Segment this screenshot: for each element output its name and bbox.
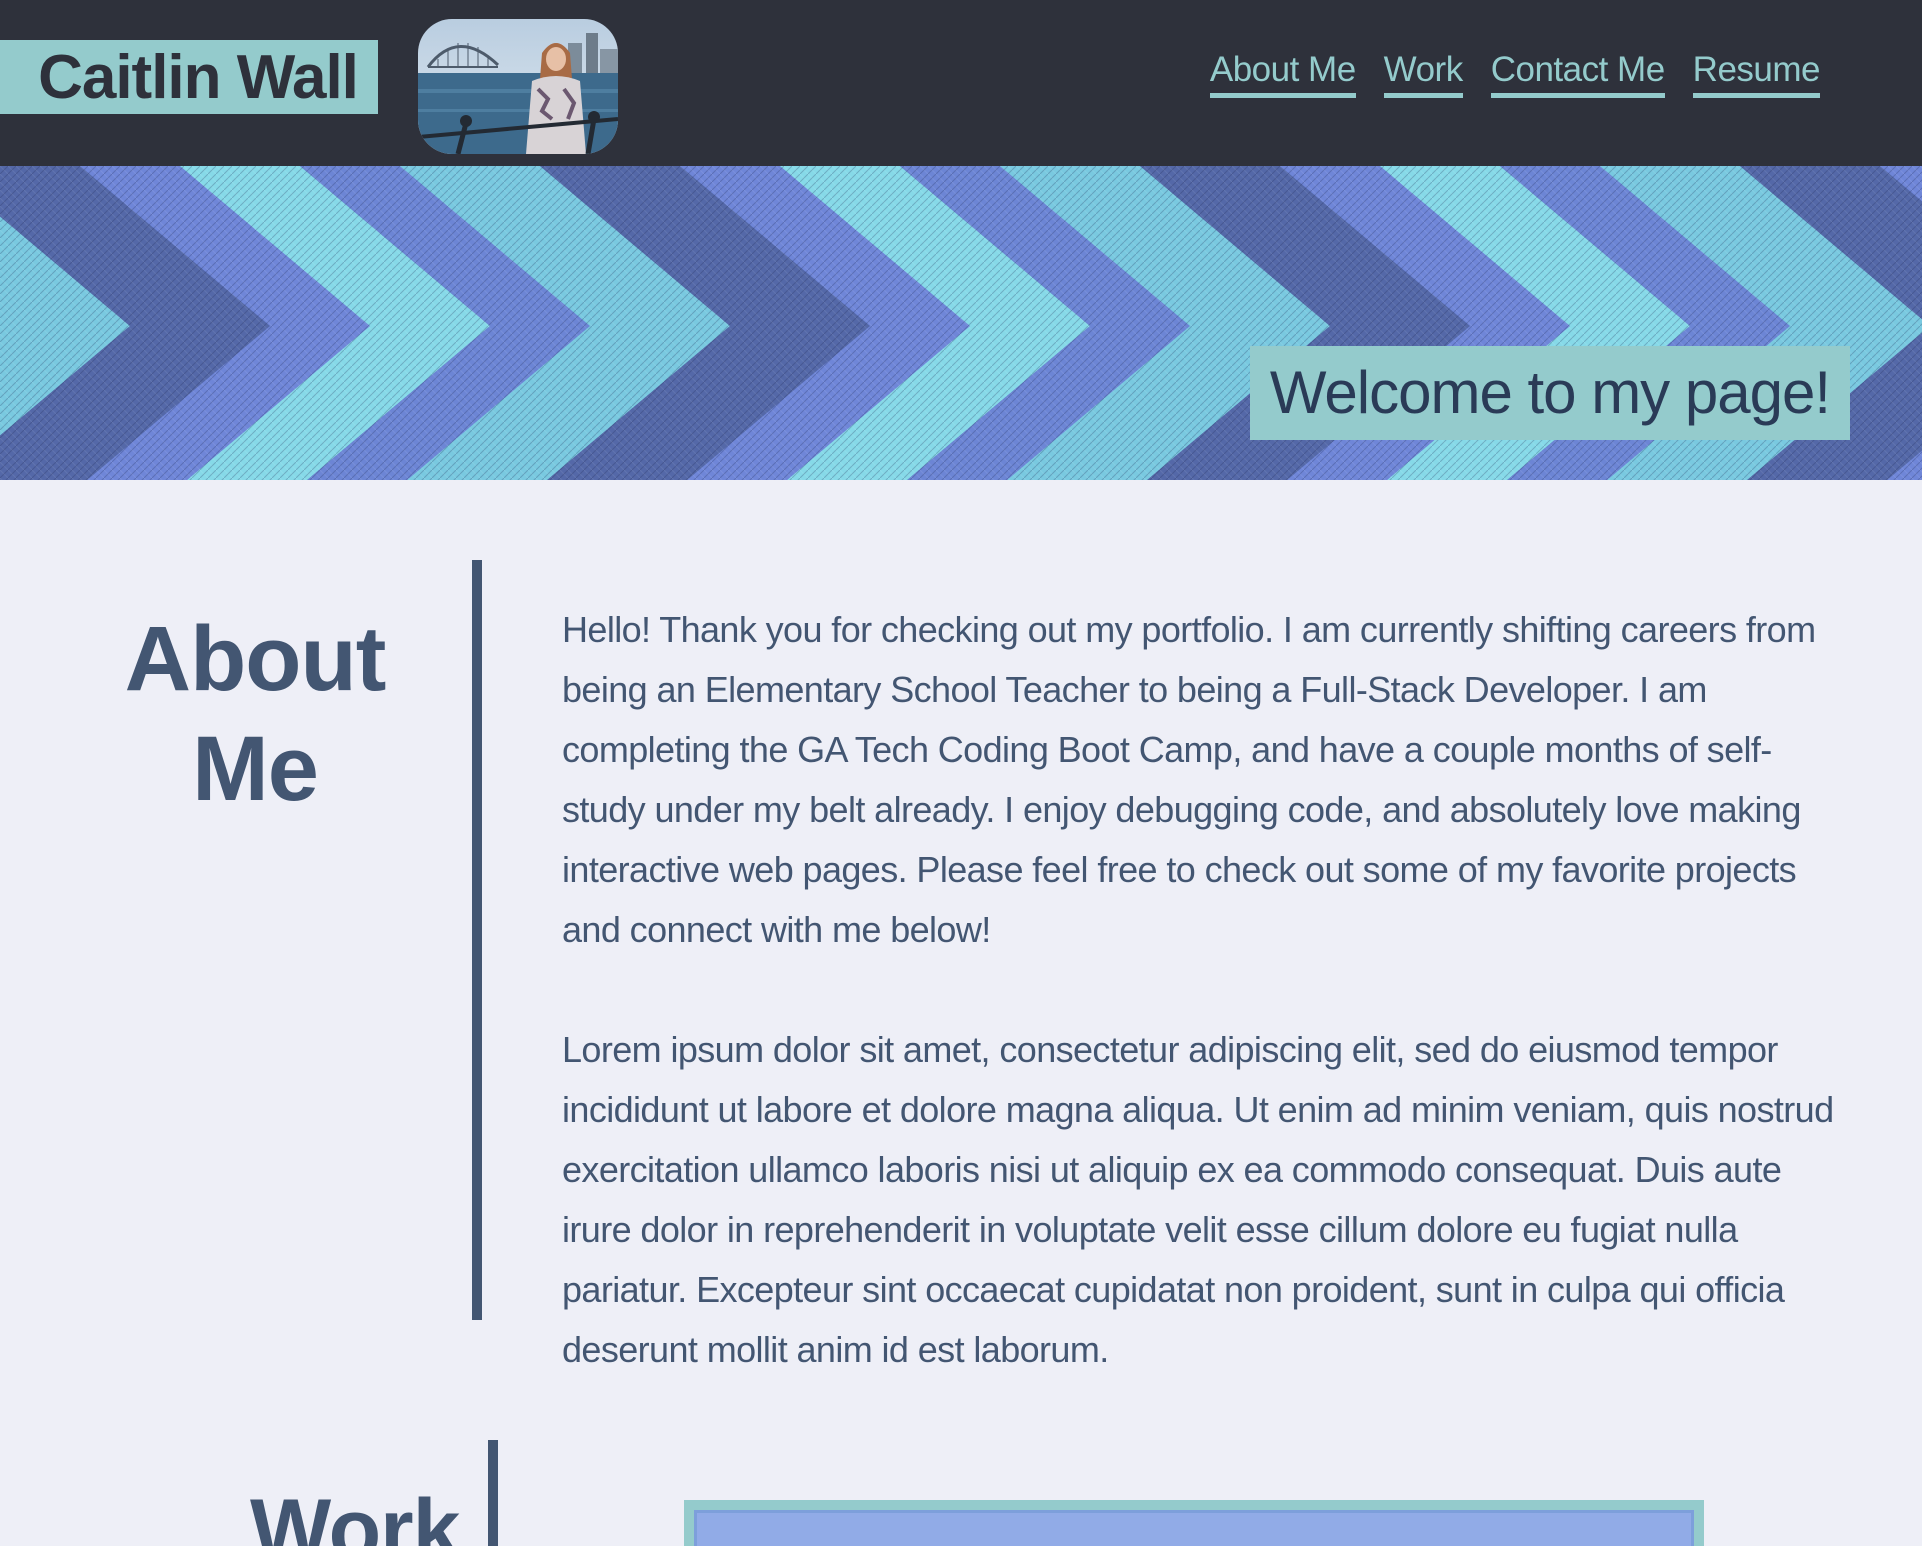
about-paragraph-intro: Hello! Thank you for checking out my por…: [562, 609, 1816, 950]
work-project-card-image: [694, 1510, 1694, 1546]
work-heading: Work: [250, 1482, 460, 1546]
work-divider: [488, 1440, 498, 1546]
hero-banner: Welcome to my page!: [0, 166, 1922, 480]
about-body: Hello! Thank you for checking out my por…: [562, 600, 1852, 1380]
site-name[interactable]: Caitlin Wall: [0, 40, 378, 114]
about-heading-line2: Me: [192, 718, 319, 820]
about-paragraph-lorem: Lorem ipsum dolor sit amet, consectetur …: [562, 1029, 1834, 1370]
profile-photo: [418, 19, 618, 154]
site-header: Caitlin Wall About Me Work Contact Me Re…: [0, 0, 1922, 166]
about-heading: About Me: [100, 604, 410, 824]
nav-link-resume[interactable]: Resume: [1692, 51, 1821, 98]
profile-photo-image: [418, 19, 618, 154]
about-heading-line1: About: [124, 608, 387, 710]
nav-link-work[interactable]: Work: [1383, 51, 1463, 98]
work-project-card[interactable]: [684, 1500, 1704, 1546]
nav-link-contact-me[interactable]: Contact Me: [1490, 51, 1665, 98]
welcome-banner: Welcome to my page!: [1249, 346, 1850, 440]
nav-link-about-me[interactable]: About Me: [1209, 51, 1356, 98]
main-nav: About Me Work Contact Me Resume: [1209, 51, 1821, 98]
about-divider: [472, 560, 482, 1320]
